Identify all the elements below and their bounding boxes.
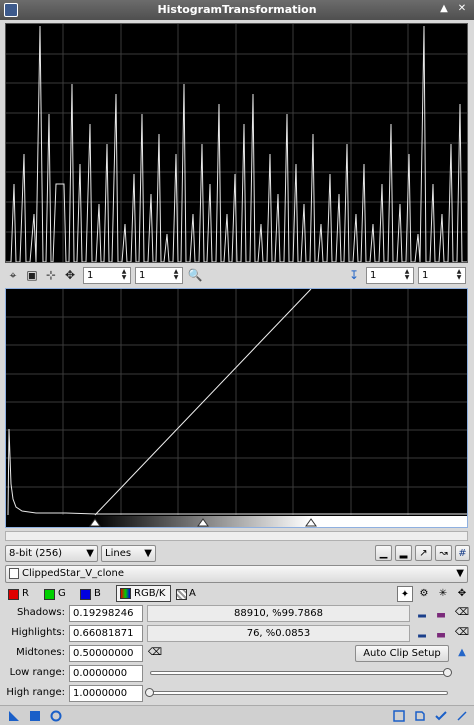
transfer-curve-plot bbox=[6, 289, 467, 527]
zoom-fit-icon[interactable]: ▣ bbox=[24, 267, 40, 283]
reset-channel-icon[interactable]: ✦ bbox=[397, 586, 413, 602]
zoom-v-value: 1 bbox=[139, 270, 146, 281]
rgb-swatch-icon bbox=[120, 588, 131, 599]
spinner-arrows-icon[interactable]: ▲ ▼ bbox=[402, 269, 412, 282]
apply-global-icon[interactable] bbox=[29, 710, 41, 722]
chevron-down-icon: ▼ bbox=[456, 568, 464, 579]
preview-icon[interactable]: ✳ bbox=[435, 586, 451, 602]
high-range-slider-knob[interactable] bbox=[145, 688, 154, 697]
low-range-slider-knob[interactable] bbox=[443, 668, 452, 677]
channel-r-swatch[interactable] bbox=[8, 589, 19, 600]
curve-grid bbox=[6, 289, 467, 515]
crosshair-icon[interactable]: ⌖ bbox=[5, 267, 21, 283]
channel-r-label[interactable]: R bbox=[22, 588, 29, 599]
double-chevron-down-icon[interactable]: ↧ bbox=[346, 267, 362, 283]
channel-a-label[interactable]: A bbox=[189, 588, 196, 599]
low-range-label: Low range: bbox=[9, 667, 65, 678]
apply-checkmark-icon[interactable] bbox=[435, 710, 447, 722]
high-range-input[interactable]: 1.0000000 bbox=[69, 685, 143, 702]
channel-a-swatch[interactable] bbox=[176, 589, 187, 600]
title-bar[interactable]: HistogramTransformation ▲ ✕ bbox=[0, 0, 474, 20]
view-select-value: ClippedStar_V_clone bbox=[22, 568, 124, 579]
channel-rgbk-label: RGB/K bbox=[134, 588, 166, 599]
low-range-input[interactable]: 0.0000000 bbox=[69, 665, 143, 682]
reset-icon[interactable] bbox=[456, 710, 468, 722]
input-histogram[interactable] bbox=[5, 23, 468, 263]
spinner-arrows-icon[interactable]: ▲ ▼ bbox=[171, 269, 181, 282]
highlights-label: Highlights: bbox=[11, 627, 65, 638]
shadows-auto-icon[interactable]: ▃ bbox=[433, 605, 449, 621]
close-icon[interactable]: ✕ bbox=[455, 2, 469, 16]
shadows-histogram-icon[interactable]: ▂ bbox=[414, 605, 430, 621]
image-icon bbox=[9, 568, 19, 579]
highlights-histogram-icon[interactable]: ▂ bbox=[414, 625, 430, 641]
gradient-bar bbox=[6, 516, 467, 527]
output-histogram[interactable] bbox=[5, 288, 468, 528]
channel-rgbk-button[interactable]: RGB/K bbox=[116, 585, 171, 602]
zoom-reset-icon[interactable]: ⊹ bbox=[43, 267, 59, 283]
midtones-label: Midtones: bbox=[16, 647, 65, 658]
curve-log-icon[interactable]: ↝ bbox=[435, 545, 452, 561]
channel-g-label[interactable]: G bbox=[58, 588, 66, 599]
channel-g-swatch[interactable] bbox=[44, 589, 55, 600]
output-zoom-h-spinner[interactable]: 1 ▲ ▼ bbox=[366, 267, 414, 284]
midtones-input[interactable]: 0.50000000 bbox=[69, 645, 143, 662]
zoom-v-spinner[interactable]: 1 ▲ ▼ bbox=[135, 267, 183, 284]
edit-icon[interactable] bbox=[414, 710, 426, 722]
spinner-arrows-icon[interactable]: ▲ ▼ bbox=[119, 269, 129, 282]
realtime-preview-icon[interactable] bbox=[50, 710, 62, 722]
zoom-h-spinner[interactable]: 1 ▲ ▼ bbox=[83, 267, 131, 284]
gear-icon[interactable]: ⚙ bbox=[416, 586, 432, 602]
output-zoom-v-spinner[interactable]: 1 ▲ ▼ bbox=[418, 267, 466, 284]
highlights-auto-icon[interactable]: ▃ bbox=[433, 625, 449, 641]
graph-style-value: Lines bbox=[105, 548, 132, 559]
chevron-down-icon: ▼ bbox=[144, 548, 152, 559]
zoom-h-value: 1 bbox=[87, 270, 94, 281]
window-title: HistogramTransformation bbox=[157, 3, 317, 16]
auto-clip-setup-button[interactable]: Auto Clip Setup bbox=[355, 645, 449, 662]
high-range-label: High range: bbox=[6, 687, 65, 698]
shadows-readout: 88910, %99.7868 bbox=[147, 605, 410, 622]
curve-icon[interactable]: ↗ bbox=[415, 545, 432, 561]
chevron-up-icon[interactable]: ▲ bbox=[454, 645, 470, 661]
bottom-bar bbox=[0, 705, 474, 725]
bit-depth-value: 8-bit (256) bbox=[9, 548, 63, 559]
view-select[interactable]: ClippedStar_V_clone ▼ bbox=[5, 565, 468, 583]
histogram-rgb-icon[interactable]: ▂ bbox=[395, 545, 412, 561]
highlights-readout: 76, %0.0853 bbox=[147, 625, 410, 642]
magnifier-icon[interactable]: 🔍 bbox=[187, 267, 203, 283]
spinner-arrows-icon[interactable]: ▲ ▼ bbox=[454, 269, 464, 282]
shadows-input[interactable]: 0.19298246 bbox=[69, 605, 143, 622]
output-zoom-v-value: 1 bbox=[422, 270, 429, 281]
high-range-slider-track[interactable] bbox=[150, 691, 448, 695]
input-histogram-plot bbox=[6, 24, 467, 262]
midtones-reset-icon[interactable]: ⌫ bbox=[147, 645, 163, 661]
bit-depth-select[interactable]: 8-bit (256) ▼ bbox=[5, 545, 98, 562]
document-icon[interactable] bbox=[393, 710, 405, 722]
shadows-label: Shadows: bbox=[16, 607, 65, 618]
channel-b-label[interactable]: B bbox=[94, 588, 101, 599]
histogram-mode-icon[interactable]: ▁ bbox=[375, 545, 392, 561]
chevron-down-icon: ▼ bbox=[86, 548, 94, 559]
shadows-reset-icon[interactable]: ⌫ bbox=[454, 605, 470, 621]
channel-b-swatch[interactable] bbox=[80, 589, 91, 600]
histogram-scrollbar[interactable] bbox=[5, 531, 468, 541]
graph-style-select[interactable]: Lines ▼ bbox=[101, 545, 156, 562]
output-histogram-curve bbox=[7, 428, 467, 516]
shade-icon[interactable]: ▲ bbox=[437, 2, 451, 16]
highlights-reset-icon[interactable]: ⌫ bbox=[454, 625, 470, 641]
low-range-slider-track[interactable] bbox=[150, 671, 448, 675]
output-zoom-h-value: 1 bbox=[370, 270, 377, 281]
grid-icon[interactable]: # bbox=[455, 545, 470, 561]
realtime-icon[interactable]: ✥ bbox=[454, 586, 470, 602]
highlights-input[interactable]: 0.66081871 bbox=[69, 625, 143, 642]
pan-icon[interactable]: ✥ bbox=[62, 267, 78, 283]
new-instance-icon[interactable] bbox=[8, 710, 20, 722]
